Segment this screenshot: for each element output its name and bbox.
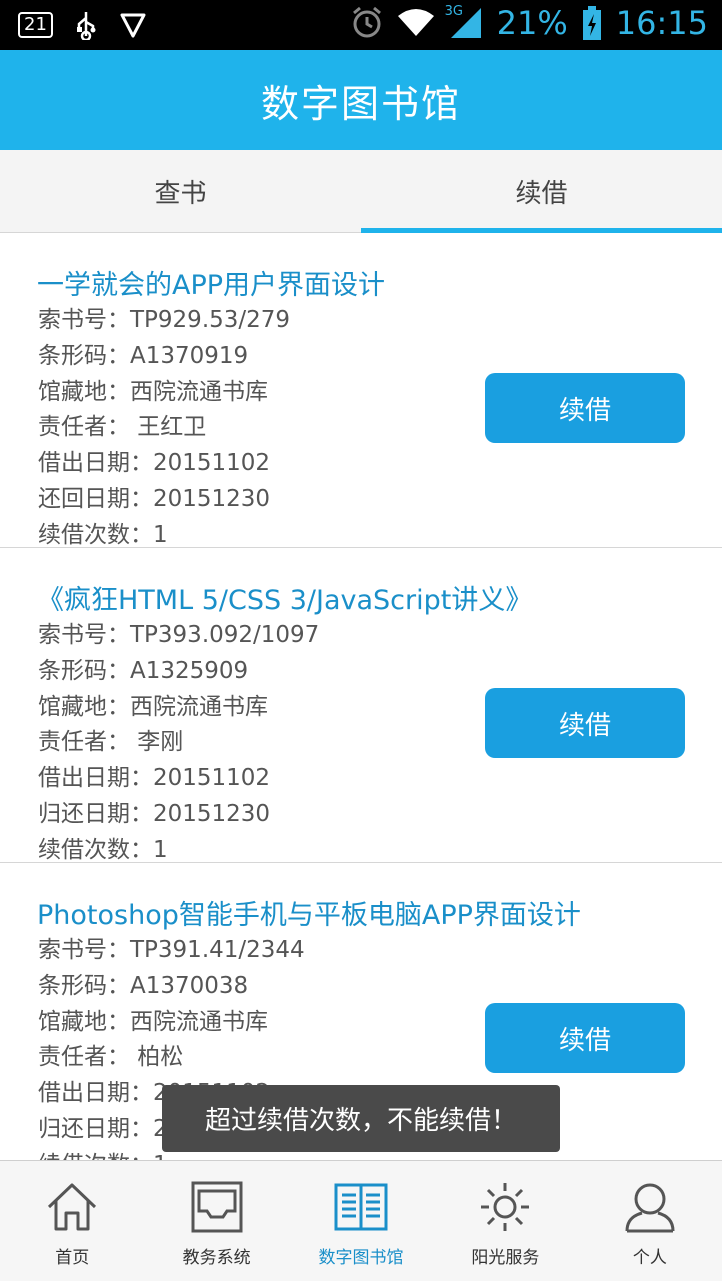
status-bar: 21 3G 21% 16:15 <box>0 0 722 50</box>
return-date: 归还日期：20151230 <box>38 800 271 827</box>
renew-button[interactable]: 续借 <box>485 373 685 443</box>
battery-percent: 21% <box>496 4 568 42</box>
book-title: Photoshop智能手机与平板电脑APP界面设计 <box>37 900 581 931</box>
wifi-icon <box>397 8 435 38</box>
location: 馆藏地：西院流通书库 <box>38 693 268 720</box>
battery-icon <box>582 6 602 40</box>
call-number: 索书号：TP391.41/2344 <box>38 937 305 963</box>
book-details: 索书号：TP393.092/1097 条形码：A1325909 馆藏地：西院流通… <box>38 618 319 869</box>
nav-label: 阳光服务 <box>471 1248 540 1268</box>
nav-item-digital-library[interactable]: 数字图书馆 <box>289 1161 433 1281</box>
book-icon <box>333 1179 389 1239</box>
tab-bar: 查书 续借 <box>0 150 722 233</box>
call-number: 索书号：TP929.53/279 <box>38 307 291 333</box>
borrow-date: 借出日期：20151102 <box>38 765 271 792</box>
author: 责任者： 柏松 <box>38 1044 184 1071</box>
tab-renew[interactable]: 续借 <box>361 150 722 233</box>
app-header: 数字图书馆 <box>0 50 722 150</box>
book-item: 一学就会的APP用户界面设计 索书号：TP929.53/279 条形码：A137… <box>0 233 722 548</box>
sun-icon <box>477 1179 533 1239</box>
book-list: 一学就会的APP用户界面设计 索书号：TP929.53/279 条形码：A137… <box>0 233 722 1178</box>
return-date: 还回日期：20151230 <box>38 485 271 512</box>
barcode: 条形码：A1370919 <box>38 342 249 369</box>
nav-item-personal[interactable]: 个人 <box>578 1161 722 1281</box>
author: 责任者： 李刚 <box>38 729 184 756</box>
bottom-nav: 首页 教务系统 数字图书馆 阳光服务 个人 <box>0 1160 722 1281</box>
barcode: 条形码：A1325909 <box>38 657 249 684</box>
nav-label: 首页 <box>55 1248 90 1268</box>
clock: 16:15 <box>615 4 708 42</box>
toast-message: 超过续借次数，不能续借！ <box>162 1085 560 1152</box>
alarm-icon <box>351 6 383 40</box>
location: 馆藏地：西院流通书库 <box>38 1008 268 1035</box>
signal-icon: 3G <box>445 4 483 40</box>
book-item: 《疯狂HTML 5/CSS 3/JavaScript讲义》 索书号：TP393.… <box>0 548 722 863</box>
nav-label: 数字图书馆 <box>318 1248 404 1268</box>
nav-label: 教务系统 <box>182 1248 251 1268</box>
nav-item-academic[interactable]: 教务系统 <box>144 1161 288 1281</box>
borrow-date: 借出日期：20151102 <box>38 450 271 477</box>
barcode: 条形码：A1370038 <box>38 972 249 999</box>
book-details: 索书号：TP929.53/279 条形码：A1370919 馆藏地：西院流通书库… <box>38 303 290 554</box>
network-type-label: 3G <box>444 4 464 19</box>
tab-label: 续借 <box>515 178 568 209</box>
nav-item-home[interactable]: 首页 <box>0 1161 144 1281</box>
page-title: 数字图书馆 <box>260 81 461 126</box>
home-icon <box>44 1179 100 1239</box>
author: 责任者： 王红卫 <box>38 414 207 441</box>
nav-item-sunshine-service[interactable]: 阳光服务 <box>433 1161 577 1281</box>
nav-label: 个人 <box>632 1248 667 1268</box>
renew-button[interactable]: 续借 <box>485 688 685 758</box>
tab-label: 查书 <box>154 178 207 209</box>
book-title: 《疯狂HTML 5/CSS 3/JavaScript讲义》 <box>37 585 533 616</box>
notification-icon: 21 <box>18 12 53 38</box>
renew-button[interactable]: 续借 <box>485 1003 685 1073</box>
call-number: 索书号：TP393.092/1097 <box>38 622 320 648</box>
usb-icon <box>75 10 97 40</box>
book-title: 一学就会的APP用户界面设计 <box>37 270 386 301</box>
shield-icon <box>119 10 147 40</box>
tab-search-books[interactable]: 查书 <box>0 150 361 232</box>
location: 馆藏地：西院流通书库 <box>38 378 268 405</box>
person-icon <box>622 1179 678 1239</box>
tray-icon <box>189 1179 245 1239</box>
